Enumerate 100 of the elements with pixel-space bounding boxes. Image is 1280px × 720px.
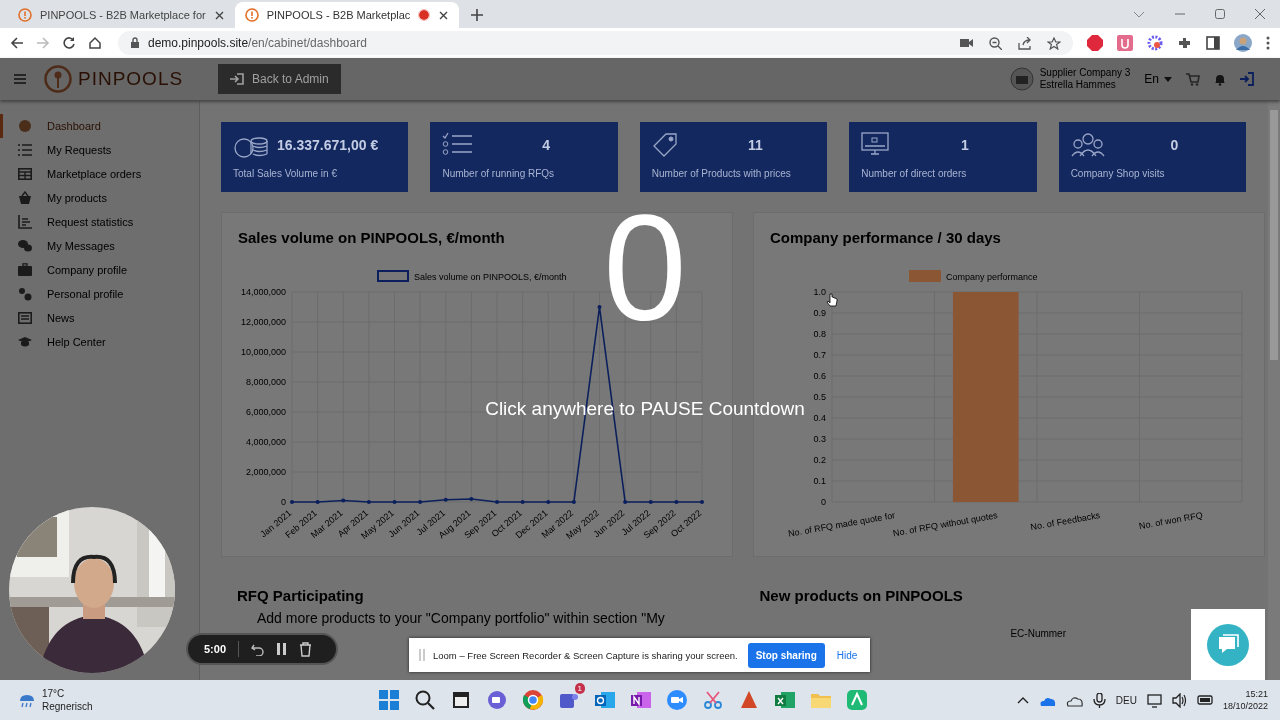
language-dropdown[interactable]: En <box>1144 72 1159 86</box>
people-icon <box>1070 132 1107 158</box>
stat-label: Company Shop visits <box>1070 168 1166 179</box>
panel-title: Company performance / 30 days <box>770 229 1002 246</box>
data-point <box>392 500 397 504</box>
stat-label: Number of direct orders <box>861 168 968 179</box>
home-icon[interactable] <box>88 36 102 50</box>
sidebar-item[interactable]: Marketplace orders <box>0 162 199 186</box>
sidebar-item[interactable]: Request statistics <box>0 210 199 234</box>
windows-icon[interactable] <box>378 689 400 711</box>
sidebar-item[interactable]: My products <box>0 186 199 210</box>
search-icon[interactable] <box>414 689 436 711</box>
pause-icon[interactable] <box>276 642 288 656</box>
video-icon[interactable] <box>666 689 688 711</box>
browser-tab[interactable]: PINPOOLS - B2B Marketplace for <box>8 2 235 28</box>
company-avatar-icon <box>1009 67 1034 91</box>
keyboard-language[interactable]: DEU <box>1115 694 1137 706</box>
chart-legend: Sales volume on PINPOOLS, €/month <box>377 270 567 282</box>
puzzle-icon[interactable] <box>1177 36 1192 50</box>
basket-icon <box>18 191 32 205</box>
panel-title: New products on PINPOOLS <box>759 587 964 604</box>
sparkle-icon[interactable] <box>1147 35 1163 51</box>
scissors-icon[interactable] <box>702 689 724 711</box>
chat-icon[interactable] <box>486 689 508 711</box>
close-icon[interactable] <box>438 9 450 21</box>
star-icon[interactable] <box>1047 36 1061 50</box>
gears-icon <box>18 287 32 301</box>
tab-title: PINPOOLS - B2B Marketplac <box>266 9 411 21</box>
reload-icon[interactable] <box>62 36 76 50</box>
hide-button[interactable]: Hide <box>832 649 862 661</box>
alert-icon <box>244 8 259 22</box>
battery-icon[interactable] <box>1196 693 1213 707</box>
trash-icon[interactable] <box>299 641 313 657</box>
data-point <box>418 500 423 504</box>
axis-label: 0.7 <box>813 350 826 360</box>
sidebar-item[interactable]: Company profile <box>0 258 199 282</box>
legend-label: Sales volume on PINPOOLS, €/month <box>414 272 567 282</box>
browser-icon[interactable] <box>522 689 544 711</box>
extension-icon[interactable] <box>1117 35 1133 51</box>
notification-badge: 1 <box>574 683 585 694</box>
column-header: EC-Nummer <box>1010 628 1066 639</box>
login-icon <box>230 73 244 85</box>
back-button[interactable]: Back to Admin <box>218 64 341 94</box>
logo-icon <box>44 65 72 93</box>
stop-sign-icon[interactable] <box>1087 35 1103 51</box>
close-icon[interactable] <box>213 9 225 21</box>
clock-date[interactable]: 18/10/2022 <box>1222 700 1268 712</box>
data-point <box>648 500 653 504</box>
speaker-icon[interactable] <box>1171 692 1187 708</box>
sidebar-item[interactable]: Help Center <box>0 330 199 354</box>
undo-icon[interactable] <box>251 642 265 656</box>
data-point <box>495 500 499 504</box>
chevron-up-icon[interactable] <box>1016 695 1029 705</box>
address-bar[interactable]: demo.pinpools.site/en/cabinet/dashboard <box>118 31 1073 55</box>
spreadsheet-icon[interactable] <box>774 689 796 711</box>
data-point <box>315 500 320 504</box>
axis-label: 4,000,000 <box>245 437 286 447</box>
stat-value: 0 <box>1169 137 1180 153</box>
alert-icon <box>18 8 32 22</box>
stop-sharing-button[interactable]: Stop sharing <box>747 642 825 668</box>
data-point <box>571 500 576 504</box>
microphone-icon[interactable] <box>1092 692 1106 708</box>
back-icon[interactable] <box>10 36 24 50</box>
timer-text: 5:00 <box>204 643 227 655</box>
data-point <box>341 498 346 503</box>
cart-icon[interactable] <box>1186 72 1200 86</box>
new-tab-icon[interactable] <box>471 9 484 21</box>
avatar-icon[interactable] <box>1234 34 1252 52</box>
logo-text: PINPOOLS <box>78 68 184 90</box>
share-icon[interactable] <box>1018 36 1031 50</box>
dropdown-icon[interactable] <box>1133 11 1145 19</box>
notebook-icon[interactable] <box>630 689 652 711</box>
browser-tab[interactable]: PINPOOLS - B2B Marketplac <box>234 2 460 28</box>
axis-label: 10,000,000 <box>240 347 286 357</box>
sidebar-item[interactable]: My Requests <box>0 138 199 162</box>
logout-icon[interactable] <box>1240 72 1254 86</box>
hint-text: Add more products to your "Company portfolio" within section "My <box>256 610 666 626</box>
scrollbar[interactable] <box>1268 100 1280 680</box>
data-point <box>366 500 371 504</box>
zoom-out-icon[interactable] <box>989 36 1002 50</box>
axis-label: No. of Feedbacks <box>1029 510 1101 533</box>
menu-icon[interactable] <box>1266 36 1270 50</box>
window-icon[interactable] <box>450 689 472 711</box>
camera-icon[interactable] <box>960 37 973 49</box>
data-point <box>700 500 704 504</box>
sidebar-item[interactable]: News <box>0 306 199 330</box>
side-panel-icon[interactable] <box>1206 36 1220 50</box>
axis-label: No. of won RFQ <box>1138 510 1204 532</box>
data-point <box>290 500 294 504</box>
network-icon[interactable] <box>1146 692 1162 708</box>
app-icon[interactable] <box>846 689 868 711</box>
chart-legend: Company performance <box>909 270 1038 282</box>
sidebar-item[interactable]: My Messages <box>0 234 199 258</box>
maximize-icon[interactable] <box>1215 9 1225 19</box>
clock-time[interactable]: 15:21 <box>1245 688 1268 700</box>
close-icon[interactable] <box>1255 9 1265 19</box>
mail-icon[interactable] <box>594 689 616 711</box>
bell-icon[interactable] <box>1214 72 1226 86</box>
sidebar-item[interactable]: Personal profile <box>0 282 199 306</box>
axis-label: 0.4 <box>813 413 826 423</box>
